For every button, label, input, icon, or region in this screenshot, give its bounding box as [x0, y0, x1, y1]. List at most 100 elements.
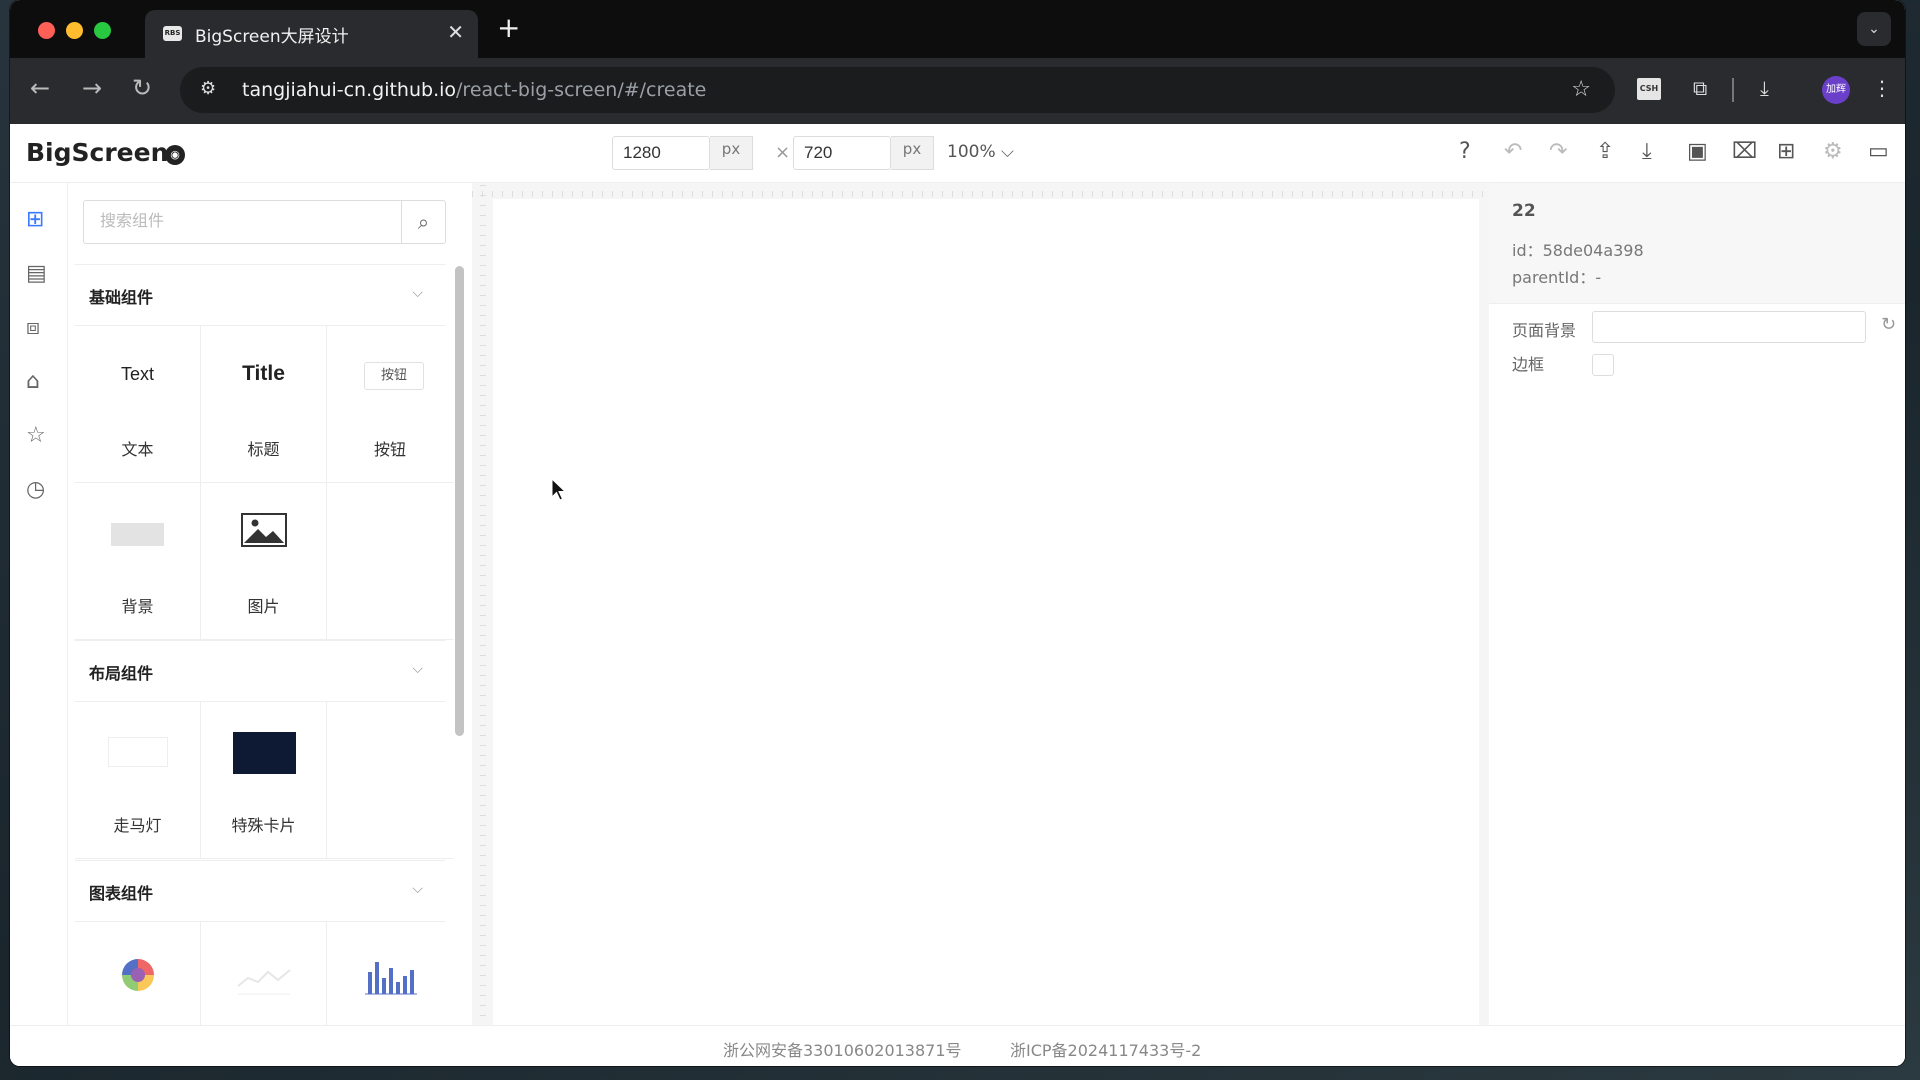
- download-icon[interactable]: ⤓: [1760, 76, 1769, 100]
- tab-close-icon[interactable]: ✕: [447, 20, 464, 44]
- section-basic-header[interactable]: 基础组件 ⌵: [75, 264, 445, 326]
- component-image[interactable]: 图片: [201, 483, 327, 640]
- tab-search-button[interactable]: ⌄: [1857, 12, 1891, 46]
- times-symbol: ×: [775, 142, 791, 163]
- chevron-down-icon: ⌵: [1001, 142, 1014, 162]
- canvas-height-input[interactable]: [793, 136, 891, 170]
- component-special-card[interactable]: 特殊卡片: [201, 702, 327, 859]
- clear-icon[interactable]: ⌧: [1732, 139, 1757, 164]
- canvas-width-input[interactable]: [612, 136, 710, 170]
- width-unit: px: [710, 136, 753, 170]
- component-title[interactable]: Title 标题: [201, 326, 327, 483]
- component-search-input[interactable]: [83, 200, 401, 244]
- github-icon[interactable]: ◉: [165, 145, 185, 165]
- library-bank-icon[interactable]: ⌂: [26, 369, 40, 394]
- page-document-icon[interactable]: ▤: [26, 261, 47, 286]
- gongan-record-link[interactable]: 浙公网安备33010602013871号: [723, 1037, 962, 1061]
- component-label: 走马灯: [113, 816, 162, 835]
- save-icon[interactable]: ▣: [1687, 139, 1708, 164]
- component-button[interactable]: 按钮 按钮: [327, 326, 453, 483]
- image-icon: [241, 513, 287, 547]
- component-label: 背景: [121, 597, 154, 616]
- component-label: 文本: [121, 440, 154, 459]
- favorite-star-icon[interactable]: ☆: [26, 423, 46, 448]
- layers-tree-icon[interactable]: ⧈: [26, 315, 40, 340]
- component-label: 标题: [247, 440, 280, 459]
- page-background-input[interactable]: [1592, 311, 1866, 343]
- upload-icon[interactable]: ⇪: [1596, 139, 1614, 164]
- history-clock-icon[interactable]: ◷: [26, 477, 45, 502]
- forward-arrow-icon[interactable]: →: [82, 74, 102, 102]
- section-chart-title: 图表组件: [89, 884, 154, 903]
- section-chart-header[interactable]: 图表组件 ⌵: [75, 860, 445, 922]
- mouse-cursor-icon: [551, 478, 567, 501]
- download-icon[interactable]: ⤓: [1642, 139, 1652, 164]
- icp-record-link[interactable]: 浙ICP备2024117433号-2: [1010, 1037, 1201, 1061]
- panel-scroll-thumb[interactable]: [455, 266, 464, 736]
- components-grid-icon[interactable]: ⊞: [26, 207, 44, 232]
- url-path: /react-big-screen/#/create: [456, 79, 707, 101]
- button-preview: 按钮: [364, 362, 424, 390]
- address-bar[interactable]: ⚙ tangjiahui-cn.github.io/react-big-scre…: [180, 67, 1615, 113]
- zoom-select[interactable]: 100% ⌵: [947, 142, 1014, 162]
- component-bar-chart[interactable]: [327, 922, 453, 1026]
- empty-cell: [327, 483, 453, 640]
- title-preview: Title: [242, 362, 285, 385]
- profile-avatar[interactable]: 加辉: [1822, 76, 1850, 104]
- redo-icon[interactable]: ↷: [1549, 139, 1567, 164]
- tab-title: BigScreen大屏设计: [195, 27, 349, 47]
- canvas-area: [472, 183, 1489, 1026]
- border-checkbox[interactable]: [1592, 354, 1614, 376]
- reset-refresh-icon[interactable]: ↻: [1881, 314, 1896, 335]
- reload-icon[interactable]: ↻: [132, 74, 152, 102]
- selected-name: 22: [1512, 201, 1536, 221]
- design-canvas[interactable]: [493, 199, 1479, 1026]
- height-unit: px: [891, 136, 934, 170]
- extension-csh-icon[interactable]: CSH: [1637, 78, 1661, 100]
- zoom-value: 100%: [947, 142, 996, 162]
- undo-icon[interactable]: ↶: [1504, 139, 1522, 164]
- extensions-puzzle-icon[interactable]: ⧉: [1693, 76, 1707, 100]
- selected-parent-id: parentId：-: [1512, 268, 1602, 287]
- properties-panel: 22 id：58de04a398 parentId：- 页面背景 ↻ 边框: [1489, 183, 1905, 1026]
- component-text[interactable]: Text 文本: [75, 326, 201, 483]
- border-label: 边框: [1512, 355, 1545, 374]
- line-chart-icon: [237, 969, 291, 995]
- section-layout-header[interactable]: 布局组件 ⌵: [75, 640, 445, 702]
- close-window-button[interactable]: [38, 22, 55, 39]
- preview-monitor-icon[interactable]: ▭: [1868, 139, 1889, 164]
- left-rail: ⊞ ▤ ⧈ ⌂ ☆ ◷: [10, 183, 68, 1026]
- minimize-window-button[interactable]: [66, 22, 83, 39]
- component-line-chart[interactable]: [201, 922, 327, 1026]
- bookmark-star-icon[interactable]: ☆: [1571, 77, 1591, 102]
- maximize-window-button[interactable]: [94, 22, 111, 39]
- back-arrow-icon[interactable]: ←: [30, 74, 50, 102]
- empty-cell: [327, 702, 453, 859]
- component-background[interactable]: 背景: [75, 483, 201, 640]
- background-preview: [111, 523, 164, 546]
- component-pie-chart[interactable]: [75, 922, 201, 1026]
- component-panel: ⌕ 基础组件 ⌵ Text 文本 Title 标题 按钮: [67, 183, 473, 1026]
- component-label: 按钮: [373, 440, 406, 459]
- site-settings-icon[interactable]: ⚙: [200, 78, 216, 99]
- component-marquee[interactable]: 走马灯: [75, 702, 201, 859]
- gear-icon[interactable]: ⚙: [1823, 139, 1843, 164]
- app-header: BigScreen ◉ px × px 100% ⌵ ? ↶ ↷ ⇪ ⤓ ▣ ⌧…: [10, 124, 1905, 183]
- browser-toolbar: ← → ↻ ⚙ tangjiahui-cn.github.io/react-bi…: [10, 58, 1905, 124]
- ruler-vertical: [472, 183, 488, 1026]
- export-image-icon[interactable]: ⊞: [1777, 139, 1795, 164]
- selected-info: 22 id：58de04a398 parentId：-: [1489, 183, 1905, 304]
- page-background-label: 页面背景: [1512, 321, 1577, 340]
- help-icon[interactable]: ?: [1459, 139, 1471, 164]
- new-tab-button[interactable]: +: [497, 14, 520, 42]
- browser-tab[interactable]: RBS BigScreen大屏设计 ✕: [145, 10, 478, 58]
- marquee-preview: [108, 737, 168, 767]
- footer: 浙公网安备33010602013871号 浙ICP备2024117433号-2: [10, 1025, 1905, 1066]
- url-text[interactable]: tangjiahui-cn.github.io/react-big-screen…: [242, 79, 706, 101]
- card-preview: [233, 732, 296, 774]
- app-root: BigScreen ◉ px × px 100% ⌵ ? ↶ ↷ ⇪ ⤓ ▣ ⌧…: [10, 124, 1905, 1066]
- more-menu-icon[interactable]: ⋮: [1872, 76, 1892, 100]
- search-icon[interactable]: ⌕: [401, 200, 446, 244]
- panel-scrollbar[interactable]: [453, 266, 465, 1026]
- component-label: 特殊卡片: [231, 816, 296, 835]
